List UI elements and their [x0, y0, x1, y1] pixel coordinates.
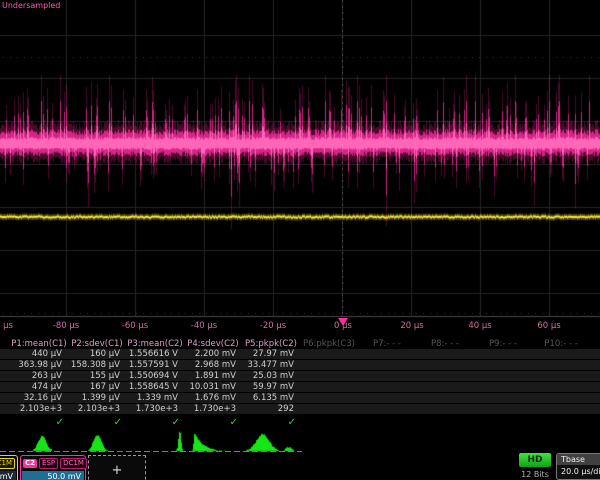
c2-esp-badge: ESP: [39, 458, 58, 469]
histicon-baseline: [0, 451, 302, 452]
time-axis-label: -80 µs: [53, 321, 79, 331]
param-value: 25.03 mV: [242, 371, 300, 381]
c1-vdiv-value: 10.0 mV: [0, 471, 16, 480]
timebase-descriptor[interactable]: Tbase 20.0 µs/div: [556, 453, 600, 480]
param-value: 158.308 µV: [68, 360, 126, 370]
trigger-position-line: [342, 0, 343, 316]
param-row-value: 440 µV160 µV1.556616 V2.200 mV27.97 mV: [0, 349, 600, 360]
param-header-5[interactable]: P5:pkpk(C2): [242, 339, 300, 349]
param-value: 6.135 mV: [242, 393, 300, 403]
param-value: 1.730e+3: [126, 404, 184, 414]
param-value: 1.557591 V: [126, 360, 184, 370]
time-axis-label: -60 µs: [122, 321, 148, 331]
histicons-canvas[interactable]: [0, 429, 600, 453]
time-axis-label: 60 µs: [537, 321, 560, 331]
param-value: 2.103e+3: [10, 404, 68, 414]
param-value: 1.556616 V: [126, 349, 184, 359]
param-row-mean: 363.98 µV158.308 µV1.557591 V2.968 mV33.…: [0, 360, 600, 371]
param-value: 1.676 mV: [184, 393, 242, 403]
param-value: 1.550694 V: [126, 371, 184, 381]
param-status-check-icon: ✓: [184, 417, 242, 428]
param-header-8[interactable]: P8:- - -: [416, 339, 474, 349]
param-value: 155 µV: [68, 371, 126, 381]
param-value: 160 µV: [68, 349, 126, 359]
param-header-3[interactable]: P3:mean(C2): [126, 339, 184, 349]
hd-mode-badge[interactable]: HD: [519, 453, 551, 467]
c2-vdiv-value: 50.0 mV: [22, 471, 84, 480]
param-value: 2.968 mV: [184, 360, 242, 370]
param-row-min: 263 µV155 µV1.550694 V1.891 mV25.03 mV: [0, 371, 600, 382]
time-axis-label: -40 µs: [191, 321, 217, 331]
plus-icon: +: [112, 463, 123, 478]
param-status-check-icon: ✓: [10, 417, 68, 428]
channel-descriptor-c1[interactable]: DC1M 10.0 mV: [0, 455, 18, 480]
time-axis-label: -20 µs: [260, 321, 286, 331]
param-header-6[interactable]: P6:pkpk(C3): [300, 339, 358, 349]
c2-channel-badge: C2: [23, 459, 37, 468]
waveform-grid-canvas: [0, 0, 600, 318]
param-value: 263 µV: [10, 371, 68, 381]
param-header-7[interactable]: P7:- - -: [358, 339, 416, 349]
param-value: 363.98 µV: [10, 360, 68, 370]
measure-table: P1:mean(C1)P2:sdev(C1)P3:mean(C2)P4:sdev…: [0, 338, 600, 429]
timebase-label: Tbase: [557, 454, 600, 465]
param-value: 2.200 mV: [184, 349, 242, 359]
param-row-sdev: 32.16 µV1.399 µV1.339 mV1.676 mV6.135 mV: [0, 393, 600, 404]
param-status-check-icon: ✓: [126, 417, 184, 428]
param-header-10[interactable]: P10:- - -: [532, 339, 590, 349]
param-value: 1.558645 V: [126, 382, 184, 392]
param-header-1[interactable]: P1:mean(C1): [10, 339, 68, 349]
time-axis-label: 20 µs: [400, 321, 423, 331]
param-header-2[interactable]: P2:sdev(C1): [68, 339, 126, 349]
c1-coupling-badge: DC1M: [0, 458, 15, 469]
param-status-check-icon: ✓: [68, 417, 126, 428]
param-value: 1.339 mV: [126, 393, 184, 403]
channel-descriptor-c2[interactable]: C2 ESP DC1M 50.0 mV: [20, 455, 86, 480]
param-value: 33.477 mV: [242, 360, 300, 370]
param-value: 1.891 mV: [184, 371, 242, 381]
undersampled-indicator: Undersampled: [2, 1, 60, 10]
param-value: 32.16 µV: [10, 393, 68, 403]
time-axis-label: 40 µs: [468, 321, 491, 331]
param-value: 474 µV: [10, 382, 68, 392]
param-header-9[interactable]: P9:- - -: [474, 339, 532, 349]
param-value: 440 µV: [10, 349, 68, 359]
param-value: 167 µV: [68, 382, 126, 392]
param-row-num: 2.103e+32.103e+31.730e+31.730e+3292: [0, 404, 600, 415]
c2-coupling-badge: DC1M: [60, 458, 87, 469]
param-row-max: 474 µV167 µV1.558645 V10.031 mV59.97 mV: [0, 382, 600, 393]
param-value: 292: [242, 404, 300, 414]
param-row-status: ✓✓✓✓✓: [0, 415, 600, 429]
param-value: 1.399 µV: [68, 393, 126, 403]
param-value: 1.730e+3: [184, 404, 242, 414]
trigger-marker-icon[interactable]: [338, 318, 348, 326]
oscilloscope-screen: Undersampled -100 µs -80 µs -60 µs -40 µs -2…: [0, 0, 600, 480]
time-axis-label: -100 µs: [0, 321, 13, 331]
add-trace-button[interactable]: +: [88, 455, 146, 480]
param-value: 2.103e+3: [68, 404, 126, 414]
time-axis: -100 µs-80 µs-60 µs-40 µs-20 µs0 µs20 µs…: [0, 318, 600, 334]
param-value: 59.97 mV: [242, 382, 300, 392]
timebase-value: 20.0 µs/div: [557, 465, 600, 478]
param-value: 10.031 mV: [184, 382, 242, 392]
param-value: 27.97 mV: [242, 349, 300, 359]
adc-bits-label: 12 Bits: [515, 470, 555, 479]
param-header-4[interactable]: P4:sdev(C2): [184, 339, 242, 349]
param-status-check-icon: ✓: [242, 417, 300, 428]
